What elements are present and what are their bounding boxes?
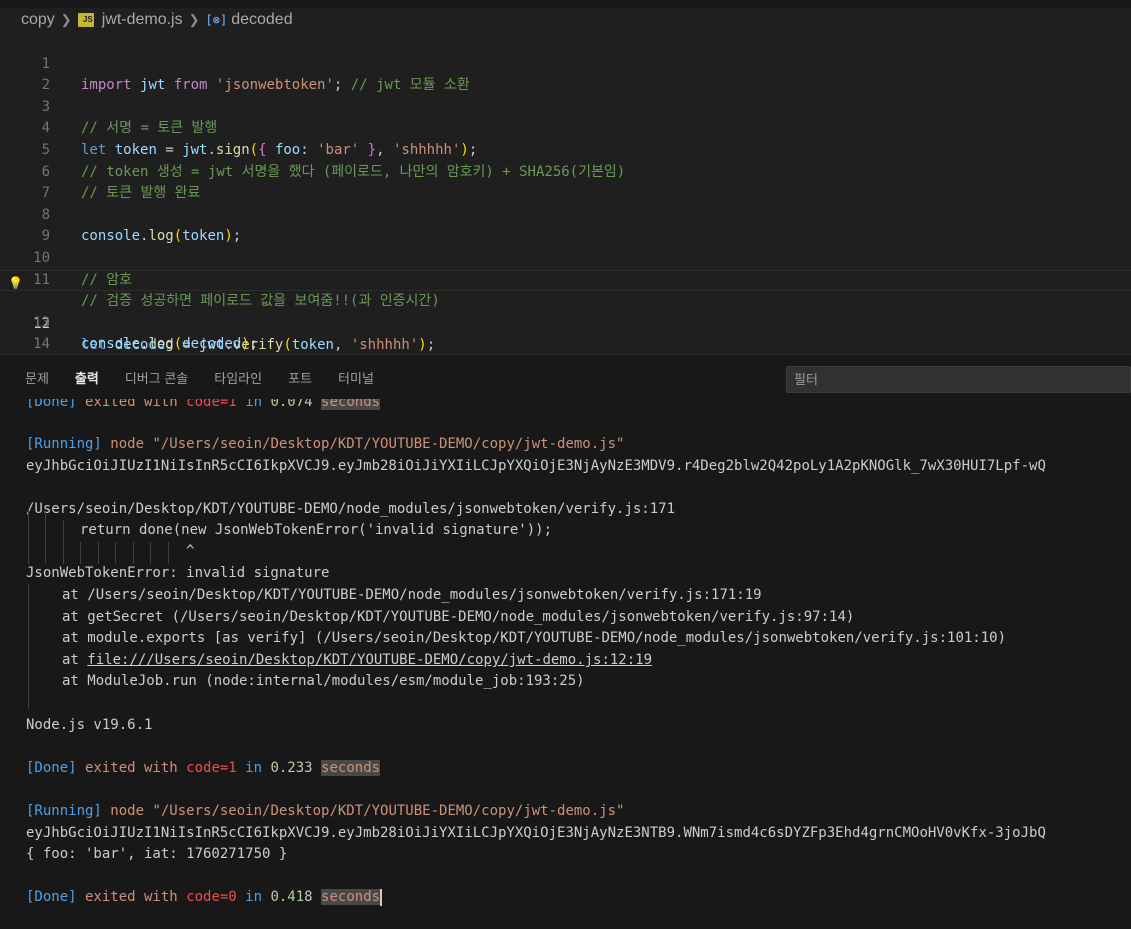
code-line[interactable]: 3 // 서명 = 토큰 발행	[0, 75, 1131, 137]
code-token: 'shhhhh'	[350, 337, 419, 354]
output-line: [Done] exited with code=1 in 0.074 secon…	[26, 399, 381, 414]
indent-guide	[28, 509, 29, 564]
indent-guide	[80, 542, 81, 564]
breadcrumb-symbol[interactable]: decoded	[231, 11, 292, 29]
tab-terminal[interactable]: 터미널	[338, 364, 374, 391]
code-line-current[interactable]: 💡 12 let decoded = jwt.verify(token, 'sh…	[0, 269, 1131, 353]
code-token: console	[81, 336, 141, 353]
tab-problems[interactable]: 문제	[25, 364, 49, 391]
breadcrumb-file[interactable]: jwt-demo.js	[102, 11, 183, 29]
stack-line: at file:///Users/seoin/Desktop/KDT/YOUTU…	[62, 652, 653, 668]
line-number: 14	[33, 336, 50, 353]
tab-ports[interactable]: 포트	[288, 364, 312, 391]
tab-output[interactable]: 출력	[75, 364, 99, 391]
chevron-right-icon: ❯	[60, 12, 72, 27]
filter-input[interactable]: 필터	[786, 366, 1131, 393]
output-line: [Done] exited with code=1 in 0.233 secon…	[26, 760, 381, 776]
code-line[interactable]: 2	[0, 54, 1131, 93]
stack-line: at ModuleJob.run (node:internal/modules/…	[62, 673, 585, 689]
code-line[interactable]: 6 // 토큰 발행 완료	[0, 140, 1131, 202]
code-token: log	[148, 336, 174, 353]
indent-guide	[28, 584, 29, 709]
breadcrumb: copy ❯ JS jwt-demo.js ❯ [⊗] decoded	[0, 8, 1131, 32]
indent-guide	[150, 542, 151, 564]
output-panel: 문제 출력 디버그 콘솔 타임라인 포트 터미널 필터 [Done] exite…	[0, 354, 1131, 929]
stack-line: at module.exports [as verify] (/Users/se…	[62, 630, 1007, 646]
output-line: Node.js v19.6.1	[26, 717, 153, 733]
indent-guide	[133, 542, 134, 564]
output-line: ^	[186, 543, 195, 559]
code-token: token	[291, 337, 334, 354]
code-line[interactable]: 4 let token = jwt.sign({ foo: 'bar' }, '…	[0, 97, 1131, 158]
indent-guide	[115, 542, 116, 564]
code-line[interactable]: 11 // 검증 성공하면 페이로드 값을 보여줌!!(과 인증시간)	[0, 248, 1131, 310]
javascript-file-icon: JS	[77, 13, 94, 27]
code-token: decoded	[182, 336, 242, 353]
code-line[interactable]: 1 import jwt from 'jsonwebtoken'; // jwt…	[0, 32, 1131, 94]
output-line: { foo: 'bar', iat: 1760271750 }	[26, 846, 288, 862]
output-line: return done(new JsonWebTokenError('inval…	[80, 522, 553, 538]
indent-guide	[98, 542, 99, 564]
indent-guide	[45, 509, 46, 564]
variable-symbol-icon: [⊗]	[205, 13, 228, 27]
output-line: [Running] node "/Users/seoin/Desktop/KDT…	[26, 436, 625, 452]
output-line: eyJhbGciOiJIUzI1NiIsInR5cCI6IkpXVCJ9.eyJ…	[26, 825, 1046, 841]
output-line: /Users/seoin/Desktop/KDT/YOUTUBE-DEMO/no…	[26, 501, 676, 517]
output-log[interactable]: [Done] exited with code=1 in 0.074 secon…	[0, 399, 1131, 929]
tab-timeline[interactable]: 타임라인	[214, 364, 262, 391]
chevron-right-icon: ❯	[188, 12, 200, 27]
output-line: eyJhbGciOiJIUzI1NiIsInR5cCI6IkpXVCJ9.eyJ…	[26, 458, 1046, 474]
code-line[interactable]: 9	[0, 205, 1131, 244]
breadcrumb-folder[interactable]: copy	[21, 11, 55, 29]
code-editor[interactable]: 1 import jwt from 'jsonwebtoken'; // jwt…	[0, 32, 1131, 354]
code-line[interactable]: 5 // token 생성 = jwt 서명을 했다 (페이로드, 나만의 암호…	[0, 118, 1131, 180]
file-link[interactable]: file:///Users/seoin/Desktop/KDT/YOUTUBE-…	[87, 652, 652, 668]
code-line[interactable]: 7	[0, 162, 1131, 201]
code-line[interactable]: 14	[0, 313, 1131, 352]
indent-guide	[63, 520, 64, 564]
output-line: JsonWebTokenError: invalid signature	[26, 565, 330, 581]
code-line[interactable]: 10 // 암호	[0, 226, 1131, 288]
stack-line: at getSecret (/Users/seoin/Desktop/KDT/Y…	[62, 609, 855, 625]
code-line[interactable]: 8 console.log(token);	[0, 183, 1131, 245]
tab-debug-console[interactable]: 디버그 콘솔	[125, 364, 188, 391]
text-cursor	[380, 888, 383, 906]
output-line: [Running] node "/Users/seoin/Desktop/KDT…	[26, 803, 625, 819]
output-line: [Done] exited with code=0 in 0.418 secon…	[26, 888, 383, 906]
code-line[interactable]: 13 console.log(decoded);	[0, 291, 1131, 353]
indent-guide	[168, 542, 169, 564]
stack-line: at /Users/seoin/Desktop/KDT/YOUTUBE-DEMO…	[62, 587, 762, 603]
